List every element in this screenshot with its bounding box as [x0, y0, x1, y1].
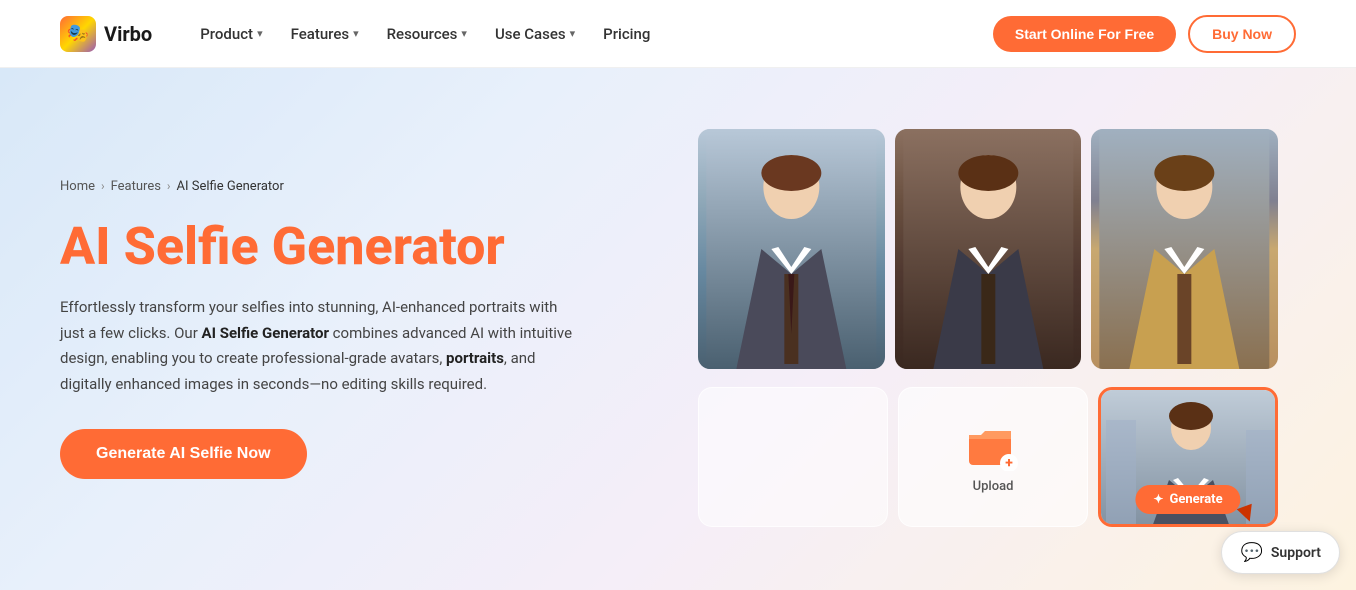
- star-icon: ✦: [1153, 492, 1163, 506]
- breadcrumb-current: AI Selfie Generator: [177, 179, 284, 194]
- nav-features-label: Features: [291, 25, 349, 43]
- brand-name: Virbo: [104, 22, 152, 46]
- upload-label: Upload: [973, 479, 1014, 494]
- breadcrumb: Home › Features › AI Selfie Generator: [60, 179, 580, 194]
- svg-text:+: +: [1005, 455, 1013, 471]
- hero-description: Effortlessly transform your selfies into…: [60, 295, 580, 397]
- collage-bottom: + Upload: [698, 384, 1278, 529]
- chevron-down-icon: ▾: [257, 27, 263, 40]
- hero-right: + Upload: [640, 68, 1356, 590]
- navbar: 🎭 Virbo Product ▾ Features ▾ Resources ▾…: [0, 0, 1356, 68]
- chevron-down-icon: ▾: [353, 27, 359, 40]
- image-collage: + Upload: [698, 129, 1278, 529]
- logo[interactable]: 🎭 Virbo: [60, 16, 152, 52]
- nav-product-label: Product: [200, 25, 253, 43]
- logo-icon: 🎭: [60, 16, 96, 52]
- start-online-button[interactable]: Start Online For Free: [993, 16, 1176, 52]
- empty-area: [698, 387, 888, 527]
- nav-menu: Product ▾ Features ▾ Resources ▾ Use Cas…: [188, 17, 662, 51]
- hero-left: Home › Features › AI Selfie Generator AI…: [0, 68, 640, 590]
- generate-button[interactable]: ✦ Generate: [1135, 485, 1240, 514]
- chat-icon: 💬: [1240, 542, 1262, 563]
- support-label: Support: [1271, 545, 1321, 561]
- portrait-photo-1: [698, 129, 885, 369]
- generate-selfie-button[interactable]: Generate AI Selfie Now: [60, 429, 307, 479]
- page-title: AI Selfie Generator: [60, 218, 580, 275]
- nav-use-cases[interactable]: Use Cases ▾: [483, 17, 587, 51]
- upload-icon: +: [967, 419, 1019, 471]
- nav-product[interactable]: Product ▾: [188, 17, 274, 51]
- buy-now-button[interactable]: Buy Now: [1188, 15, 1296, 53]
- nav-features[interactable]: Features ▾: [279, 17, 371, 51]
- photo-row: [698, 129, 1278, 369]
- nav-right: Start Online For Free Buy Now: [993, 15, 1296, 53]
- breadcrumb-home[interactable]: Home: [60, 179, 95, 194]
- hero-section: Home › Features › AI Selfie Generator AI…: [0, 68, 1356, 590]
- nav-use-cases-label: Use Cases: [495, 25, 566, 43]
- upload-card[interactable]: + Upload: [898, 387, 1088, 527]
- breadcrumb-features[interactable]: Features: [111, 179, 161, 194]
- portrait-photo-2: [895, 129, 1082, 369]
- nav-left: 🎭 Virbo Product ▾ Features ▾ Resources ▾…: [60, 16, 662, 52]
- breadcrumb-sep-1: ›: [101, 179, 105, 193]
- support-button[interactable]: 💬 Support: [1221, 531, 1340, 574]
- portrait-photo-3: [1091, 129, 1278, 369]
- chevron-down-icon: ▾: [461, 27, 467, 40]
- nav-resources[interactable]: Resources ▾: [375, 17, 479, 51]
- generate-card: ✦ Generate: [1098, 387, 1278, 527]
- nav-pricing[interactable]: Pricing: [591, 17, 662, 51]
- breadcrumb-sep-2: ›: [167, 179, 171, 193]
- nav-resources-label: Resources: [387, 25, 458, 43]
- chevron-down-icon: ▾: [570, 27, 576, 40]
